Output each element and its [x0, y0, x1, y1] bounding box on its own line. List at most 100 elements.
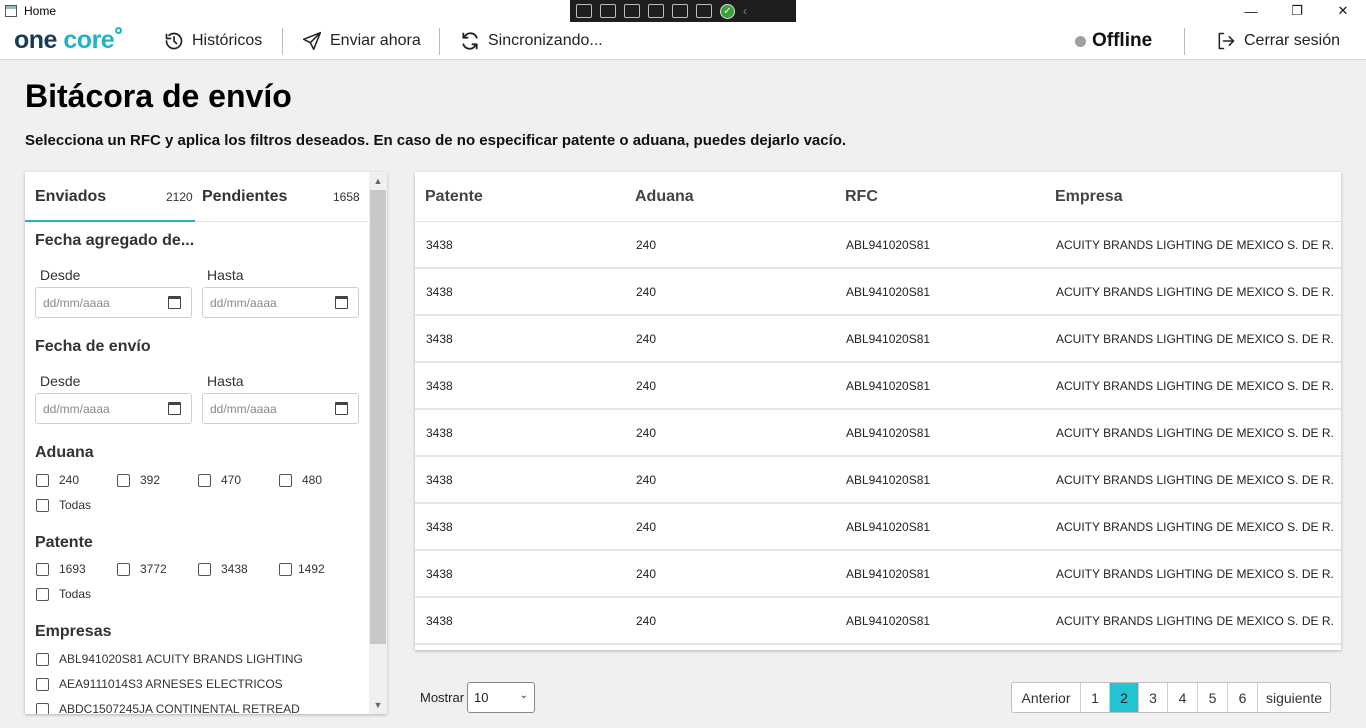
empresa-checkbox[interactable]: ABDC1507245JA CONTINENTAL RETREAD — [36, 702, 300, 714]
checkbox-box[interactable] — [36, 702, 49, 714]
page-button[interactable]: 4 — [1168, 683, 1198, 712]
table-row[interactable]: 3438 240 ABL941020S81 ACUITY BRANDS LIGHTIN… — [415, 598, 1341, 645]
patente-checkbox-3772[interactable]: 3772 — [117, 562, 167, 576]
hot-reload-icon[interactable] — [696, 4, 712, 18]
table-row[interactable]: 3438 240 ABL941020S81 ACUITY BRANDS LIGHTIN… — [415, 410, 1341, 457]
table-row[interactable]: 3438 240 ABL941020S81 ACUITY BRANDS LIGHTIN… — [415, 457, 1341, 504]
aduana-checkbox-480[interactable]: 480 — [279, 473, 322, 487]
active-tab-indicator — [25, 220, 195, 222]
collapse-toolbar-icon[interactable]: ‹ — [743, 4, 751, 18]
aduana-checkbox-todas[interactable]: Todas — [36, 498, 91, 512]
checkbox-box[interactable] — [279, 473, 292, 487]
page-button[interactable]: 3 — [1139, 683, 1168, 712]
cell-aduana: 240 — [636, 425, 657, 440]
date-placeholder: dd/mm/aaaa — [210, 295, 277, 310]
cell-rfc: ABL941020S81 — [846, 331, 931, 346]
checkbox-box[interactable] — [198, 562, 211, 576]
connection-status: Offline — [1075, 22, 1152, 60]
checkbox-box[interactable] — [36, 498, 49, 512]
cell-empresa: ACUITY BRANDS LIGHTING DE MEXICO S. DE R… — [1056, 378, 1334, 393]
fecha-agregado-desde-input[interactable]: dd/mm/aaaa — [35, 287, 192, 318]
cell-patente: 3438 — [426, 566, 453, 581]
aduana-checkbox-470[interactable]: 470 — [198, 473, 241, 487]
scroll-up-icon[interactable]: ▲ — [369, 173, 387, 189]
column-header-empresa[interactable]: Empresa — [1055, 172, 1123, 222]
calendar-icon[interactable] — [335, 402, 348, 415]
logout-button[interactable]: Cerrar sesión — [1216, 22, 1340, 60]
empresa-checkbox[interactable]: ABL941020S81 ACUITY BRANDS LIGHTING — [36, 652, 303, 666]
table-row[interactable]: 3438 240 ABL941020S81 ACUITY BRANDS LIGHTIN… — [415, 316, 1341, 363]
column-header-aduana[interactable]: Aduana — [635, 172, 694, 222]
column-header-patente[interactable]: Patente — [425, 172, 483, 222]
table-row[interactable]: 3438 240 ABL941020S81 ACUITY BRANDS LIGHTIN… — [415, 363, 1341, 410]
date-placeholder: dd/mm/aaaa — [43, 401, 110, 416]
page-button[interactable]: 5 — [1198, 683, 1228, 712]
table-row[interactable]: 3438 240 ABL941020S81 ACUITY BRANDS LIGHTIN… — [415, 551, 1341, 598]
camera-icon[interactable] — [600, 4, 616, 18]
patente-checkbox-3438[interactable]: 3438 — [198, 562, 248, 576]
checkbox-box[interactable] — [36, 652, 49, 666]
checkbox-box[interactable] — [36, 587, 49, 601]
cell-aduana: 240 — [636, 613, 657, 628]
minimize-icon[interactable]: — — [1228, 0, 1274, 22]
filters-scrollbar[interactable]: ▲ ▼ — [369, 172, 387, 714]
select-element-icon[interactable] — [624, 4, 640, 18]
page-size-select[interactable]: 10 ⌄ — [467, 682, 535, 713]
aduana-checkbox-392[interactable]: 392 — [117, 473, 160, 487]
live-tree-icon[interactable] — [576, 4, 592, 18]
checkbox-box[interactable] — [117, 473, 130, 487]
checkbox-box[interactable] — [36, 473, 49, 487]
checkbox-box[interactable] — [117, 562, 130, 576]
tab-pendientes-label: Pendientes — [202, 188, 288, 205]
empresa-checkbox[interactable]: AEA9111014S3 ARNESES ELECTRICOS — [36, 677, 283, 691]
scrollbar-thumb[interactable] — [370, 190, 386, 644]
page-button[interactable]: 6 — [1228, 683, 1258, 712]
table-row[interactable]: 3438 240 ABL941020S81 ACUITY BRANDS LIGHTIN… — [415, 269, 1341, 316]
logout-icon — [1218, 32, 1235, 50]
patente-option-label: 1492 — [298, 562, 325, 576]
cell-patente: 3438 — [426, 613, 453, 628]
hot-reload-ok-icon[interactable]: ✓ — [720, 3, 735, 19]
fecha-agregado-hasta-input[interactable]: dd/mm/aaaa — [202, 287, 359, 318]
column-header-rfc[interactable]: RFC — [845, 172, 878, 222]
layout-adorner-icon[interactable] — [648, 4, 664, 18]
close-icon[interactable]: ✕ — [1320, 0, 1366, 22]
checkbox-box[interactable] — [36, 677, 49, 691]
page-button[interactable]: 1 — [1081, 683, 1110, 712]
historicos-button[interactable]: Históricos — [164, 22, 262, 60]
table-row[interactable]: 3438 240 ABL941020S81 ACUITY BRANDS LIGHTIN… — [415, 504, 1341, 551]
patente-checkbox-1693[interactable]: 1693 — [36, 562, 86, 576]
calendar-icon[interactable] — [168, 402, 181, 415]
aduana-checkbox-240[interactable]: 240 — [36, 473, 79, 487]
page-button[interactable]: 2 — [1110, 683, 1139, 712]
show-label: Mostrar — [420, 690, 465, 705]
prev-page-button[interactable]: Anterior — [1012, 683, 1081, 712]
fecha-envio-desde-input[interactable]: dd/mm/aaaa — [35, 393, 192, 424]
cell-patente: 3438 — [426, 519, 453, 534]
track-focus-icon[interactable] — [672, 4, 688, 18]
logo-ring-icon — [115, 27, 123, 34]
patente-checkbox-1492[interactable]: 1492 — [279, 562, 325, 576]
checkbox-box[interactable] — [198, 473, 211, 487]
checkbox-box[interactable] — [36, 562, 49, 576]
restore-icon[interactable]: ❐ — [1274, 0, 1320, 22]
table-row[interactable]: 3438 240 ABL941020S81 ACUITY BRANDS LIGHTIN… — [415, 222, 1341, 269]
tab-enviados[interactable]: Enviados 2120 — [35, 172, 195, 222]
checkbox-box[interactable] — [279, 562, 292, 576]
cell-rfc: ABL941020S81 — [846, 472, 931, 487]
cell-patente: 3438 — [426, 425, 453, 440]
page-title: Bitácora de envío — [25, 78, 292, 114]
fecha-envio-hasta-input[interactable]: dd/mm/aaaa — [202, 393, 359, 424]
scroll-down-icon[interactable]: ▼ — [369, 697, 387, 713]
tab-pendientes[interactable]: Pendientes 1658 — [202, 172, 362, 222]
aduana-all-label: Todas — [59, 498, 92, 512]
historicos-label: Históricos — [192, 32, 263, 49]
date-placeholder: dd/mm/aaaa — [43, 295, 110, 310]
calendar-icon[interactable] — [335, 296, 348, 309]
chevron-down-icon: ⌄ — [519, 690, 528, 701]
sync-button[interactable]: Sincronizando... — [460, 22, 603, 60]
calendar-icon[interactable] — [168, 296, 181, 309]
next-page-button[interactable]: siguiente — [1258, 683, 1330, 712]
enviar-ahora-button[interactable]: Enviar ahora — [302, 22, 421, 60]
patente-checkbox-todas[interactable]: Todas — [36, 587, 91, 601]
